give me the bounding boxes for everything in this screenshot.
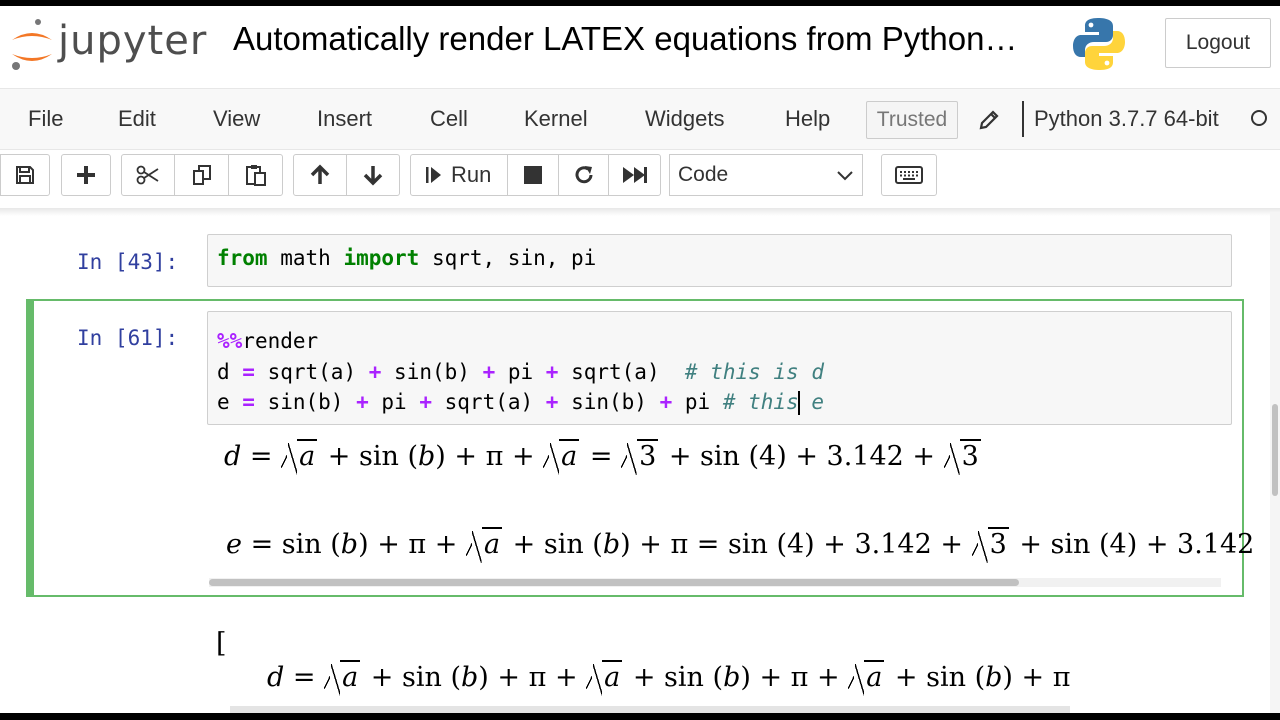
kernel-name[interactable]: Python 3.7.7 64-bit	[1034, 106, 1219, 132]
kernel-idle-indicator-icon	[1251, 110, 1267, 126]
cut-icon	[136, 165, 159, 185]
keyboard-icon	[895, 166, 923, 184]
code-line: %%render	[217, 329, 319, 353]
menu-view[interactable]: View	[213, 106, 260, 132]
menubar: File Edit View Insert Cell Kernel Widget…	[0, 88, 1280, 150]
restart-button[interactable]	[558, 154, 609, 196]
arrow-down-icon	[363, 166, 383, 186]
move-down-button[interactable]	[346, 154, 400, 196]
bottom-shadow	[230, 706, 1070, 713]
output-bracket: [	[216, 628, 227, 659]
code-cell-input[interactable]: from math import sqrt, sin, pi	[207, 234, 1232, 287]
python-logo-icon	[1073, 18, 1125, 70]
pencil-icon[interactable]	[978, 109, 1000, 131]
menu-edit[interactable]: Edit	[118, 106, 156, 132]
insert-cell-button[interactable]	[61, 154, 111, 196]
menu-insert[interactable]: Insert	[317, 106, 372, 132]
logout-button[interactable]: Logout	[1165, 18, 1271, 68]
run-label: Run	[451, 162, 492, 187]
menu-kernel[interactable]: Kernel	[524, 106, 588, 132]
code-line: e = sin(b) + pi + sqrt(a) + sin(b) + pi …	[217, 390, 824, 415]
move-up-button[interactable]	[293, 154, 347, 196]
kernel-separator	[1022, 101, 1024, 137]
command-palette-button[interactable]	[881, 154, 937, 196]
notebook-title[interactable]: Automatically render LATEX equations fro…	[233, 20, 1017, 58]
copy-button[interactable]	[174, 154, 229, 196]
jupyter-logo-icon[interactable]	[8, 16, 56, 76]
code-line: d = sqrt(a) + sin(b) + pi + sqrt(a) # th…	[217, 359, 824, 384]
stop-icon	[524, 166, 542, 184]
rendered-equation-e: e = sin (b) + π + a + sin (b) + π = sin …	[226, 527, 1255, 564]
paste-button[interactable]	[228, 154, 283, 196]
fast-forward-icon	[622, 167, 647, 183]
toolbar-shadow	[0, 208, 1280, 216]
interrupt-button[interactable]	[507, 154, 559, 196]
chevron-down-icon	[837, 171, 853, 181]
cell-type-select[interactable]: Code	[669, 154, 863, 196]
cut-button[interactable]	[121, 154, 175, 196]
trusted-indicator[interactable]: Trusted	[866, 101, 958, 139]
menu-file[interactable]: File	[28, 106, 63, 132]
toolbar: Run Code	[0, 150, 1280, 212]
menu-cell[interactable]: Cell	[430, 106, 468, 132]
run-button[interactable]: Run	[410, 154, 508, 196]
plus-icon	[77, 166, 95, 184]
menu-widgets[interactable]: Widgets	[645, 106, 724, 132]
browser-viewport: jupyter Automatically render LATEX equat…	[0, 6, 1280, 713]
jupyter-logo-text: jupyter	[58, 18, 208, 64]
save-button[interactable]	[0, 154, 50, 196]
code-line: from math import sqrt, sin, pi	[217, 246, 597, 270]
copy-icon	[192, 165, 211, 185]
paste-icon	[245, 165, 266, 186]
run-icon	[426, 167, 441, 183]
cell-type-value: Code	[678, 163, 729, 186]
notebook-header: jupyter Automatically render LATEX equat…	[0, 6, 1280, 86]
restart-icon	[575, 166, 592, 184]
save-icon	[16, 166, 34, 184]
cell-prompt: In [61]:	[77, 326, 179, 350]
vertical-scrollbar-thumb[interactable]	[1272, 404, 1278, 496]
run-all-button[interactable]	[608, 154, 661, 196]
code-cell-input[interactable]: %%render d = sqrt(a) + sin(b) + pi + sqr…	[207, 311, 1232, 425]
rendered-equation-d: d = a + sin (b) + π + a = 3 + sin (4) + …	[224, 439, 981, 476]
rendered-equation-next: d = a + sin (b) + π + a + sin (b) + π + …	[267, 660, 1071, 697]
menu-help[interactable]: Help	[785, 106, 830, 132]
arrow-up-icon	[310, 164, 330, 184]
cell-prompt: In [43]:	[77, 250, 179, 274]
output-scrollbar-thumb[interactable]	[209, 579, 1019, 586]
